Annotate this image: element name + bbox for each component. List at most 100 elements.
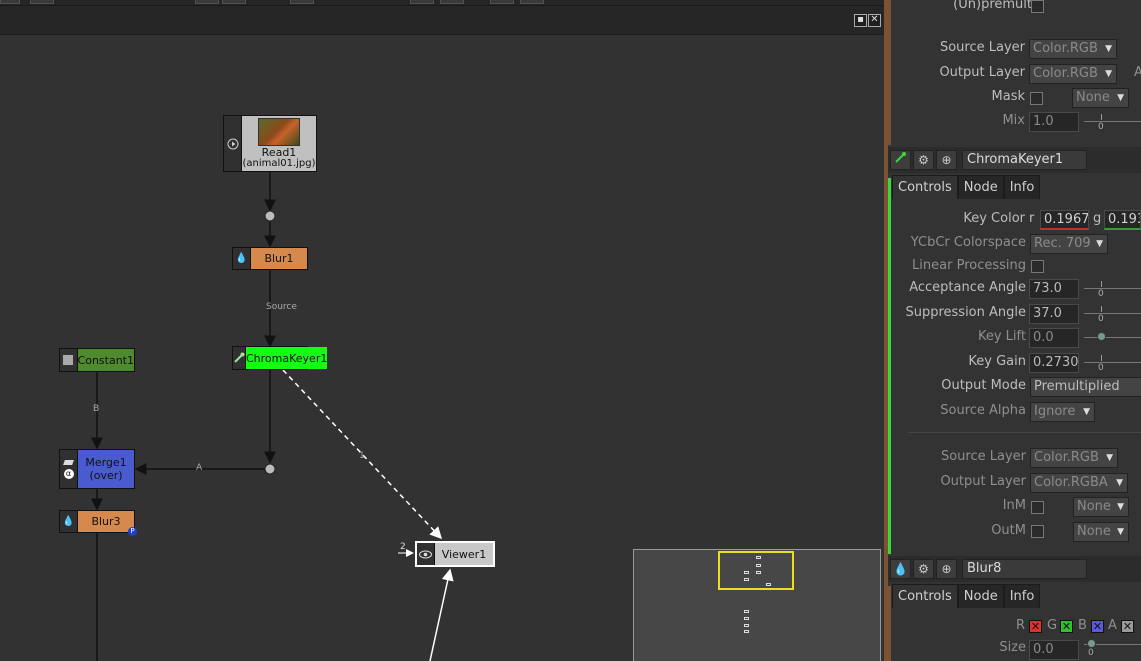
chevron-down-icon: ▼ (1116, 478, 1123, 488)
node-merge1[interactable]: α Merge1 (over) (59, 449, 135, 489)
wire-into-viewer[interactable] (429, 568, 454, 661)
inm-checkbox[interactable] (1031, 501, 1044, 514)
tab-node[interactable]: Node (957, 584, 1004, 608)
ycbcr-select[interactable]: Rec. 709 ▼ (1030, 234, 1108, 254)
size-slider[interactable]: 0 (1084, 635, 1141, 658)
linear-processing-checkbox[interactable] (1031, 260, 1044, 273)
node-viewer1[interactable]: Viewer1 (415, 541, 495, 567)
suppression-angle-slider[interactable]: 0 (1084, 304, 1141, 324)
source-alpha-value: Ignore (1034, 404, 1076, 419)
chevron-down-icon: ▼ (1096, 239, 1103, 249)
eye-icon (417, 543, 435, 565)
inm-channel-select[interactable]: None ▼ (1073, 497, 1129, 517)
edge-label-viewer-input: 1 (359, 451, 365, 461)
channel-b-label: B (1078, 618, 1087, 633)
tab-controls[interactable]: Controls (892, 584, 958, 608)
key-gain-field[interactable]: 0.2730 (1029, 353, 1079, 373)
eyedropper-icon[interactable] (890, 150, 911, 170)
node-constant1[interactable]: Constant1 (59, 348, 135, 372)
slider-track (1084, 288, 1141, 289)
mask-checkbox[interactable] (1030, 92, 1043, 105)
chevron-down-icon: ▼ (1117, 527, 1124, 537)
edge-label-a: A (196, 463, 203, 473)
key-lift-field[interactable]: 0.0 (1029, 328, 1079, 348)
node-read1[interactable]: Read1 (animal01.jpg) (223, 115, 317, 172)
node-name-field[interactable]: ChromaKeyer1 (962, 150, 1087, 170)
source-alpha-label: Source Alpha (940, 403, 1026, 418)
node-blur3[interactable]: 💧 Blur3 P (59, 510, 137, 536)
slider-track (1084, 313, 1141, 314)
outm-checkbox[interactable] (1031, 525, 1044, 538)
navigator-minimap[interactable] (633, 549, 881, 661)
key-color-r-field[interactable]: 0.1967 (1040, 210, 1089, 230)
slider-zero-label: 0 (1098, 122, 1104, 132)
key-gain-slider[interactable]: 0 (1084, 353, 1141, 373)
source-layer-select[interactable]: Color.RGB ▼ (1029, 39, 1117, 59)
output-mode-select[interactable]: Premultiplied (1030, 377, 1141, 397)
channel-g-checkbox[interactable]: ✕ (1060, 620, 1073, 633)
tab-node[interactable]: Node (957, 175, 1004, 199)
ck-output-layer-label: Output Layer (940, 474, 1026, 489)
output-layer-label: Output Layer (939, 65, 1025, 80)
node-chromakeyer1-label: ChromaKeyer1 (246, 347, 328, 369)
key-color-g-field[interactable]: 0.193 (1104, 210, 1141, 230)
node-chromakeyer1[interactable]: ChromaKeyer1 (232, 346, 328, 370)
minimap-node (766, 583, 771, 586)
output-layer-select[interactable]: Color.RGB ▼ (1029, 64, 1117, 84)
ck-output-layer-select[interactable]: Color.RGBA ▼ (1030, 473, 1128, 493)
chromakeyer-panel-header: ⚙ ⊕ ChromaKeyer1 (888, 147, 1141, 173)
chevron-down-icon: ▼ (1105, 44, 1112, 54)
channel-b-checkbox[interactable]: ✕ (1091, 620, 1104, 633)
slider-zero-label: 0 (1098, 363, 1104, 373)
source-layer-label: Source Layer (939, 40, 1025, 55)
inm-channel-value: None (1077, 499, 1111, 514)
drop-icon: 💧 (233, 248, 251, 269)
slider-knob[interactable] (1087, 639, 1096, 648)
ck-output-layer-value: Color.RGBA (1034, 475, 1108, 490)
unpremult-checkbox[interactable] (1031, 0, 1044, 13)
source-alpha-select[interactable]: Ignore ▼ (1030, 402, 1095, 422)
chevron-down-icon: ▼ (1106, 453, 1113, 463)
acceptance-angle-slider[interactable]: 0 (1084, 279, 1141, 299)
minimap-node (744, 571, 749, 574)
tab-info[interactable]: Info (1003, 175, 1041, 199)
mix-field[interactable]: 1.0 (1029, 112, 1079, 132)
dot-node[interactable] (264, 210, 276, 222)
channel-r-checkbox[interactable]: ✕ (1029, 620, 1042, 633)
output-mode-value: Premultiplied (1034, 379, 1120, 394)
node-merge1-label: Merge1 (85, 456, 127, 469)
outm-channel-select[interactable]: None ▼ (1073, 522, 1129, 542)
gear-icon[interactable]: ⚙ (913, 150, 934, 170)
mask-channel-select[interactable]: None ▼ (1072, 88, 1129, 108)
center-node-icon[interactable]: ⊕ (936, 559, 957, 579)
eyedropper-icon (233, 347, 246, 369)
section-divider (908, 432, 1141, 433)
node-graph-canvas[interactable]: ▪ ✕ Source B A 1 Read1 (animal01.jpg) 💧 … (0, 0, 884, 661)
key-lift-slider[interactable] (1084, 328, 1141, 348)
mix-slider[interactable]: 0 (1084, 112, 1141, 132)
acceptance-angle-field[interactable]: 73.0 (1029, 279, 1079, 299)
slider-knob[interactable] (1097, 332, 1106, 341)
key-lift-label: Key Lift (977, 329, 1026, 344)
chevron-down-icon: ▼ (1105, 69, 1112, 79)
channel-a-checkbox[interactable]: ✕ (1121, 620, 1134, 633)
slider-tick (1101, 355, 1102, 361)
suppression-angle-field[interactable]: 37.0 (1029, 304, 1079, 324)
node-name-field[interactable]: Blur8 (962, 559, 1087, 579)
node-blur1[interactable]: 💧 Blur1 (232, 247, 308, 270)
drop-icon[interactable]: 💧 (890, 559, 911, 579)
dot-node[interactable] (264, 463, 276, 475)
tab-controls[interactable]: Controls (892, 175, 958, 199)
edge-label-source: Source (266, 302, 297, 312)
center-node-icon[interactable]: ⊕ (936, 150, 957, 170)
inm-label: InM (1002, 498, 1026, 513)
ck-source-layer-select[interactable]: Color.RGB ▼ (1030, 448, 1118, 468)
channel-r-label: R (1016, 618, 1026, 633)
outm-label: OutM (991, 523, 1026, 538)
tab-info[interactable]: Info (1003, 584, 1041, 608)
size-field[interactable]: 0.0 (1029, 640, 1079, 660)
minimap-node (756, 571, 761, 574)
node-viewer1-label: Viewer1 (435, 543, 493, 565)
gear-icon[interactable]: ⚙ (913, 559, 934, 579)
minimap-node (756, 556, 761, 559)
